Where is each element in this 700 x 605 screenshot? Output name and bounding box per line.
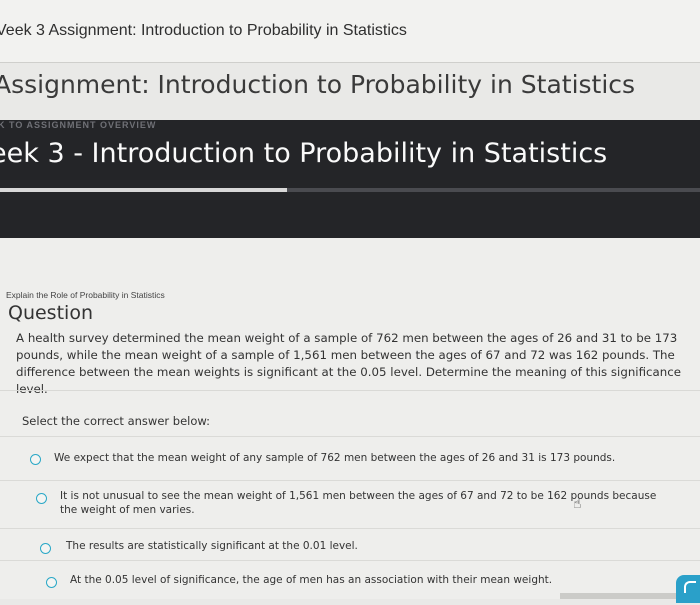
banner-title: eek 3 - Introduction to Probability in S… [0,138,608,169]
select-answer-label: Select the correct answer below: [22,414,211,428]
bottom-bar [560,593,680,599]
answer-option-label: the weight of men varies. [60,504,195,516]
question-text: A health survey determined the mean weig… [16,331,681,396]
assignment-heading: Assignment: Introduction to Probability … [0,70,636,99]
question-heading: Question [8,302,93,324]
window-title: Veek 3 Assignment: Introduction to Proba… [0,22,407,39]
question-panel: Explain the Role of Probability in Stati… [0,238,700,603]
answer-option-label: It is not unusual to see the mean weight… [60,490,657,502]
radio-button-icon[interactable] [46,577,57,588]
divider [0,62,700,63]
hand-pointer-icon: ☝ [573,496,582,512]
radio-button-icon[interactable] [40,543,51,554]
radio-button-icon[interactable] [36,493,47,504]
answer-option-label: At the 0.05 level of significance, the a… [70,574,553,586]
divider [0,390,700,391]
progress-bar-fill [0,188,287,192]
radio-button-icon[interactable] [30,454,41,465]
answer-option-label: We expect that the mean weight of any sa… [54,452,616,464]
breadcrumb: Explain the Role of Probability in Stati… [6,290,165,300]
assignment-banner: K TO ASSIGNMENT OVERVIEW eek 3 - Introdu… [0,120,700,238]
window-title-bar: Veek 3 Assignment: Introduction to Proba… [0,0,700,62]
answer-option-label: The results are statistically significan… [66,540,358,552]
answer-option-1[interactable]: We expect that the mean weight of any sa… [0,436,700,481]
feedback-icon [684,581,696,593]
back-to-overview-link[interactable]: K TO ASSIGNMENT OVERVIEW [0,120,156,130]
answer-option-2[interactable]: It is not unusual to see the mean weight… [0,480,700,529]
progress-bar [0,188,700,192]
